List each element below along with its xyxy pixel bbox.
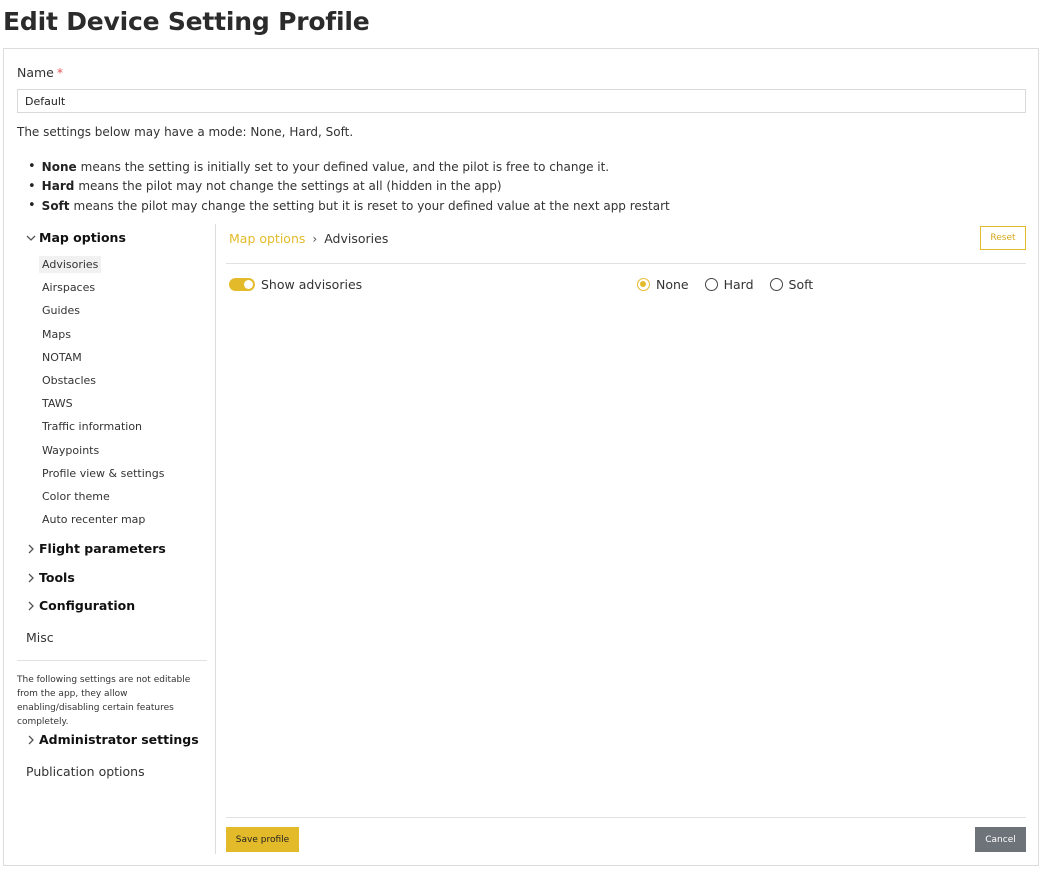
footer-divider bbox=[226, 817, 1026, 818]
mode-desc: means the pilot may not change the setti… bbox=[78, 179, 502, 194]
save-profile-button[interactable]: Save profile bbox=[226, 827, 299, 852]
settings-content: Map options › Advisories Reset Show advi… bbox=[226, 224, 1026, 854]
sidebar-group-flight-parameters[interactable]: Flight parameters bbox=[24, 541, 166, 556]
sidebar-group-tools[interactable]: Tools bbox=[24, 570, 75, 585]
show-advisories-toggle[interactable] bbox=[229, 278, 255, 291]
radio-button[interactable] bbox=[704, 278, 718, 291]
setting-label: Show advisories bbox=[261, 277, 363, 292]
sidebar-group-administrator-settings[interactable]: Administrator settings bbox=[24, 732, 199, 747]
modes-list: Nonemeans the setting is initially set t… bbox=[28, 157, 670, 216]
sidebar-item-maps[interactable]: Maps bbox=[39, 326, 74, 343]
sidebar-item-auto-recenter-map[interactable]: Auto recenter map bbox=[39, 511, 148, 528]
sidebar-item-notam[interactable]: NOTAM bbox=[39, 349, 85, 366]
sidebar-group-configuration[interactable]: Configuration bbox=[24, 598, 135, 613]
sidebar-item-obstacles[interactable]: Obstacles bbox=[39, 372, 99, 389]
breadcrumb-map-options[interactable]: Map options bbox=[229, 231, 305, 246]
chevron-down-icon bbox=[24, 231, 38, 245]
mode-option-label: Soft bbox=[788, 277, 814, 292]
mode-option-none[interactable]: None bbox=[637, 277, 689, 292]
profile-form-panel: Name* The settings below may have a mode… bbox=[3, 48, 1039, 866]
sidebar-group-label: Administrator settings bbox=[39, 732, 199, 747]
reset-button[interactable]: Reset bbox=[980, 226, 1026, 250]
settings-sidebar: Map options Advisories Airspaces Guides … bbox=[4, 224, 216, 854]
breadcrumb-separator: › bbox=[312, 231, 318, 246]
mode-desc: means the pilot may change the setting b… bbox=[73, 198, 670, 213]
breadcrumb: Map options › Advisories bbox=[229, 231, 388, 246]
sidebar-item-misc[interactable]: Misc bbox=[26, 630, 54, 645]
mode-option-hard[interactable]: Hard bbox=[704, 277, 754, 292]
sidebar-group-label: Configuration bbox=[39, 598, 136, 613]
mode-term: Soft bbox=[41, 198, 70, 213]
chevron-right-icon bbox=[24, 599, 38, 613]
mode-description-none: Nonemeans the setting is initially set t… bbox=[28, 157, 670, 177]
name-label: Name * bbox=[17, 65, 63, 80]
sidebar-note: The following settings are not editable … bbox=[17, 675, 191, 727]
page-title: Edit Device Setting Profile bbox=[3, 7, 370, 36]
sidebar-group-map-options[interactable]: Map options bbox=[24, 230, 126, 245]
setting-row-show-advisories: Show advisories None Hard Soft bbox=[229, 276, 1026, 294]
sidebar-item-waypoints[interactable]: Waypoints bbox=[39, 442, 102, 459]
sidebar-group-label: Flight parameters bbox=[39, 541, 166, 556]
modes-intro: The settings below may have a mode: None… bbox=[17, 125, 354, 139]
required-mark: * bbox=[56, 65, 64, 80]
sidebar-item-airspaces[interactable]: Airspaces bbox=[39, 279, 98, 296]
content-divider bbox=[226, 263, 1026, 264]
mode-option-label: Hard bbox=[723, 277, 754, 292]
chevron-right-icon bbox=[24, 542, 38, 556]
sidebar-group-label: Map options bbox=[39, 230, 126, 245]
sidebar-group-label: Tools bbox=[39, 570, 75, 585]
name-label-text: Name bbox=[17, 65, 54, 80]
chevron-right-icon bbox=[24, 733, 38, 747]
sidebar-item-taws[interactable]: TAWS bbox=[39, 395, 76, 412]
mode-option-soft[interactable]: Soft bbox=[769, 277, 814, 292]
mode-option-label: None bbox=[656, 277, 689, 292]
radio-button[interactable] bbox=[637, 278, 650, 291]
cancel-button[interactable]: Cancel bbox=[975, 827, 1026, 852]
sidebar-item-traffic-information[interactable]: Traffic information bbox=[39, 418, 145, 435]
sidebar-item-color-theme[interactable]: Color theme bbox=[39, 488, 113, 505]
mode-radio-group: None Hard Soft bbox=[637, 277, 829, 292]
mode-description-soft: Softmeans the pilot may change the setti… bbox=[28, 196, 670, 216]
mode-description-hard: Hardmeans the pilot may not change the s… bbox=[28, 177, 670, 197]
radio-button[interactable] bbox=[769, 278, 783, 291]
name-input[interactable] bbox=[17, 89, 1026, 113]
sidebar-item-guides[interactable]: Guides bbox=[39, 302, 83, 319]
chevron-right-icon bbox=[24, 571, 38, 585]
mode-term: None bbox=[41, 159, 77, 174]
breadcrumb-current: Advisories bbox=[324, 231, 389, 246]
mode-term: Hard bbox=[41, 179, 75, 194]
mode-desc: means the setting is initially set to yo… bbox=[80, 159, 610, 174]
sidebar-item-profile-view[interactable]: Profile view & settings bbox=[39, 465, 167, 482]
sidebar-item-advisories[interactable]: Advisories bbox=[39, 256, 102, 273]
sidebar-item-publication-options[interactable]: Publication options bbox=[26, 764, 145, 779]
sidebar-divider bbox=[17, 660, 207, 661]
